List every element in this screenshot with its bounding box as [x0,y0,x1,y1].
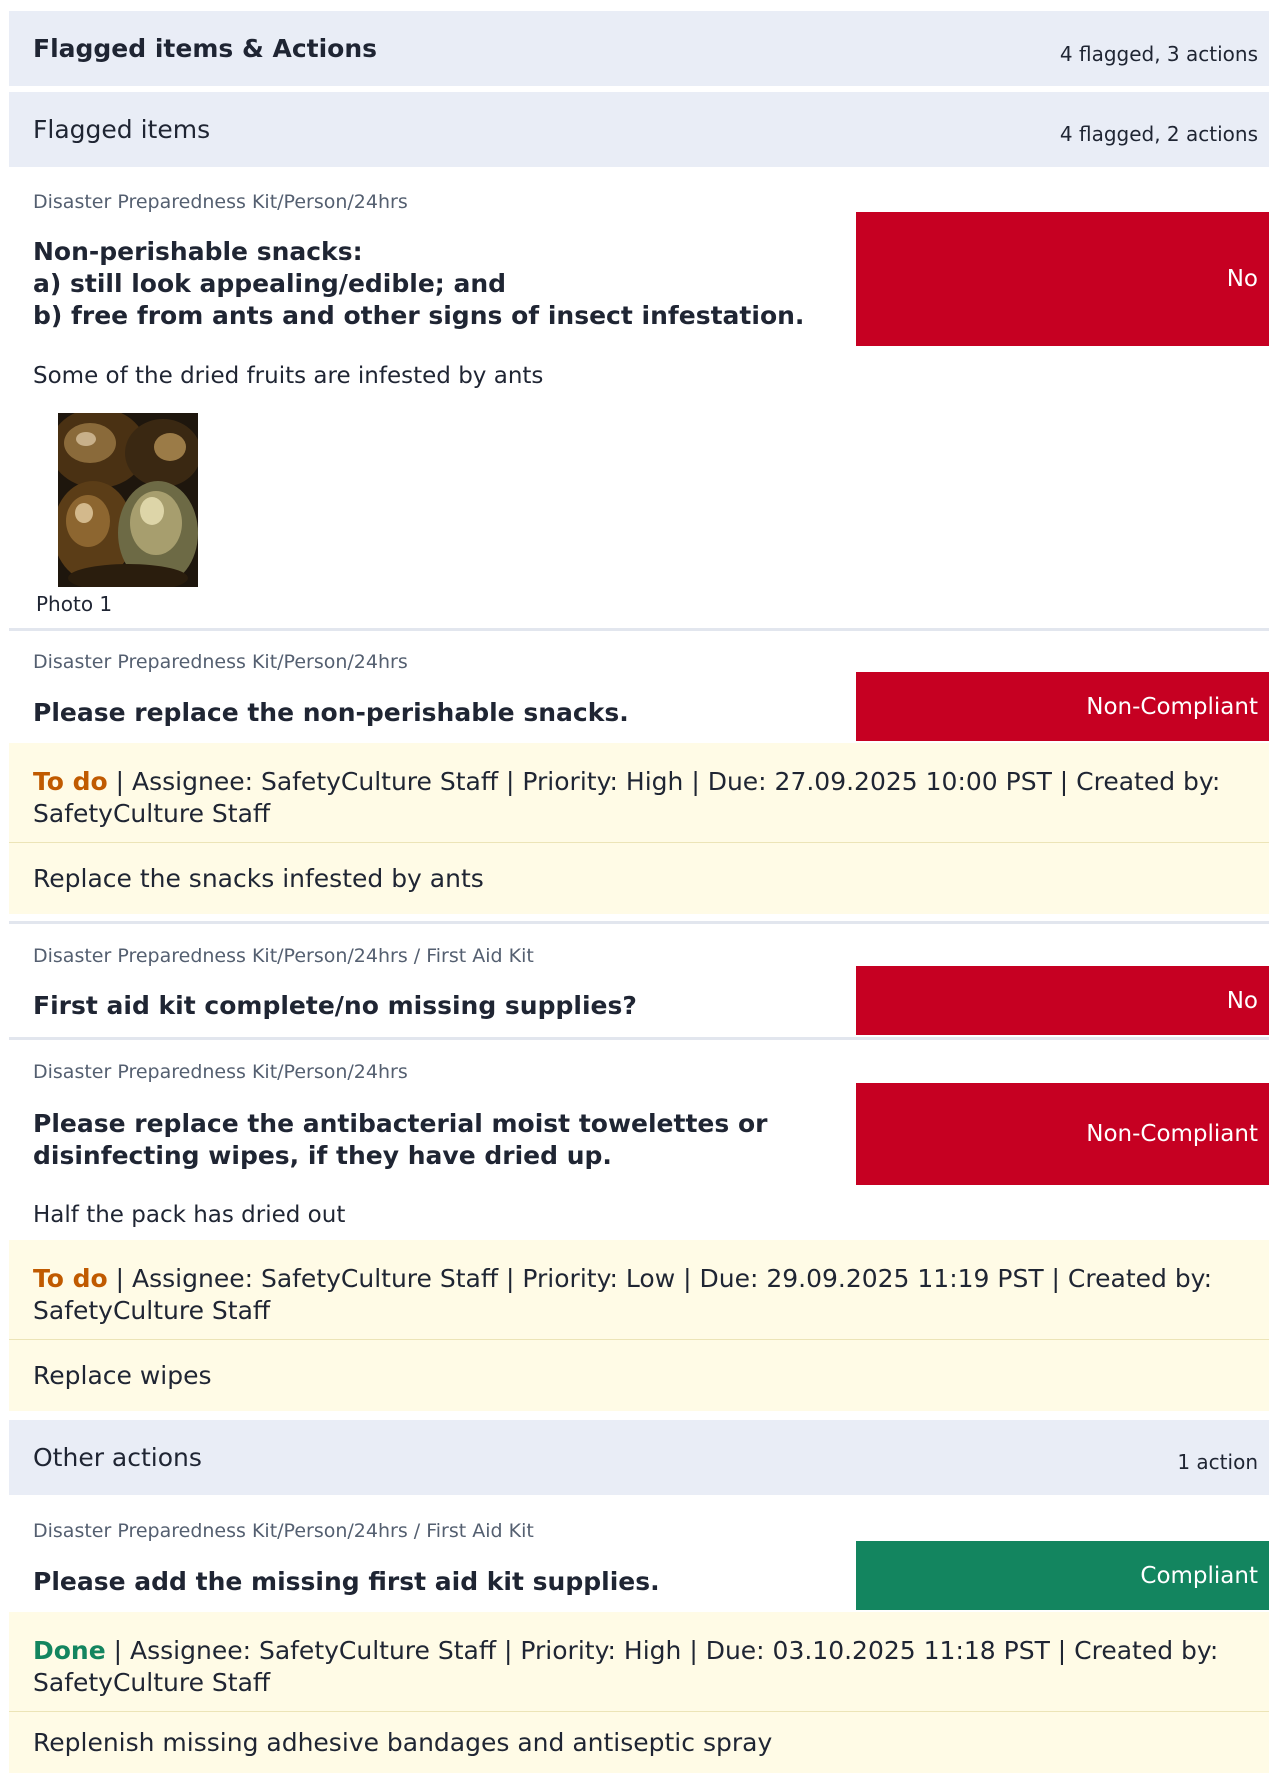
item-breadcrumb: Disaster Preparedness Kit/Person/24hrs [33,1061,408,1083]
response-badge: Non-Compliant [856,672,1269,741]
section-title: Flagged items [33,115,211,144]
photo-thumbnail[interactable] [58,413,198,587]
action-details: | Assignee: SafetyCulture Staff | Priori… [33,767,1221,828]
dried-fruit-photo [58,413,198,587]
action-card[interactable]: To do | Assignee: SafetyCulture Staff | … [9,1240,1269,1339]
item-note: Half the pack has dried out [33,1202,346,1228]
action-details: | Assignee: SafetyCulture Staff | Priori… [33,1264,1213,1325]
photo-caption: Photo 1 [36,592,113,616]
action-description: Replace the snacks infested by ants [9,843,1269,914]
question-line: Please replace the antibacterial moist t… [33,1109,768,1138]
item-question: Please replace the antibacterial moist t… [33,1108,767,1172]
item-breadcrumb: Disaster Preparedness Kit/Person/24hrs [33,651,408,673]
action-status: To do [33,767,108,796]
response-badge: No [856,212,1269,346]
item-divider [9,628,1269,631]
response-badge: Compliant [856,1541,1269,1610]
item-question: Please add the missing first aid kit sup… [33,1567,660,1596]
action-meta: Done | Assignee: SafetyCulture Staff | P… [33,1635,1245,1699]
item-breadcrumb: Disaster Preparedness Kit/Person/24hrs [33,191,408,213]
item-divider [9,921,1269,924]
question-line: a) still look appealing/edible; and [33,269,507,298]
action-description: Replenish missing adhesive bandages and … [9,1712,1269,1773]
action-status: To do [33,1264,108,1293]
item-divider [9,1037,1269,1040]
action-status: Done [33,1636,106,1665]
response-badge: No [856,966,1269,1035]
section-title: Other actions [33,1443,202,1472]
section-count: 4 flagged, 3 actions [1059,41,1258,66]
question-line: Non-perishable snacks: [33,237,363,266]
section-count: 4 flagged, 2 actions [1059,121,1258,146]
item-breadcrumb: Disaster Preparedness Kit/Person/24hrs /… [33,945,534,967]
action-meta: To do | Assignee: SafetyCulture Staff | … [33,1263,1245,1327]
section-title: Flagged items & Actions [33,34,378,63]
flagged-actions-header: Flagged items & Actions 4 flagged, 3 act… [9,11,1269,86]
question-line: disinfecting wipes, if they have dried u… [33,1141,612,1170]
report-page: Flagged items & Actions 4 flagged, 3 act… [0,0,1269,1773]
action-meta: To do | Assignee: SafetyCulture Staff | … [33,766,1245,830]
item-question: Non-perishable snacks: a) still look app… [33,236,804,332]
flagged-items-header: Flagged items 4 flagged, 2 actions [9,92,1269,167]
action-details: | Assignee: SafetyCulture Staff | Priori… [33,1636,1219,1697]
section-count: 1 action [1177,1449,1258,1474]
question-line: b) free from ants and other signs of ins… [33,301,805,330]
other-actions-header: Other actions 1 action [9,1420,1269,1495]
item-question: Please replace the non-perishable snacks… [33,698,629,727]
action-description: Replace wipes [9,1340,1269,1411]
action-card[interactable]: Done | Assignee: SafetyCulture Staff | P… [9,1612,1269,1711]
item-note: Some of the dried fruits are infested by… [33,363,544,389]
response-badge: Non-Compliant [856,1083,1269,1185]
item-breadcrumb: Disaster Preparedness Kit/Person/24hrs /… [33,1520,534,1542]
item-question: First aid kit complete/no missing suppli… [33,991,637,1020]
action-card[interactable]: To do | Assignee: SafetyCulture Staff | … [9,743,1269,842]
